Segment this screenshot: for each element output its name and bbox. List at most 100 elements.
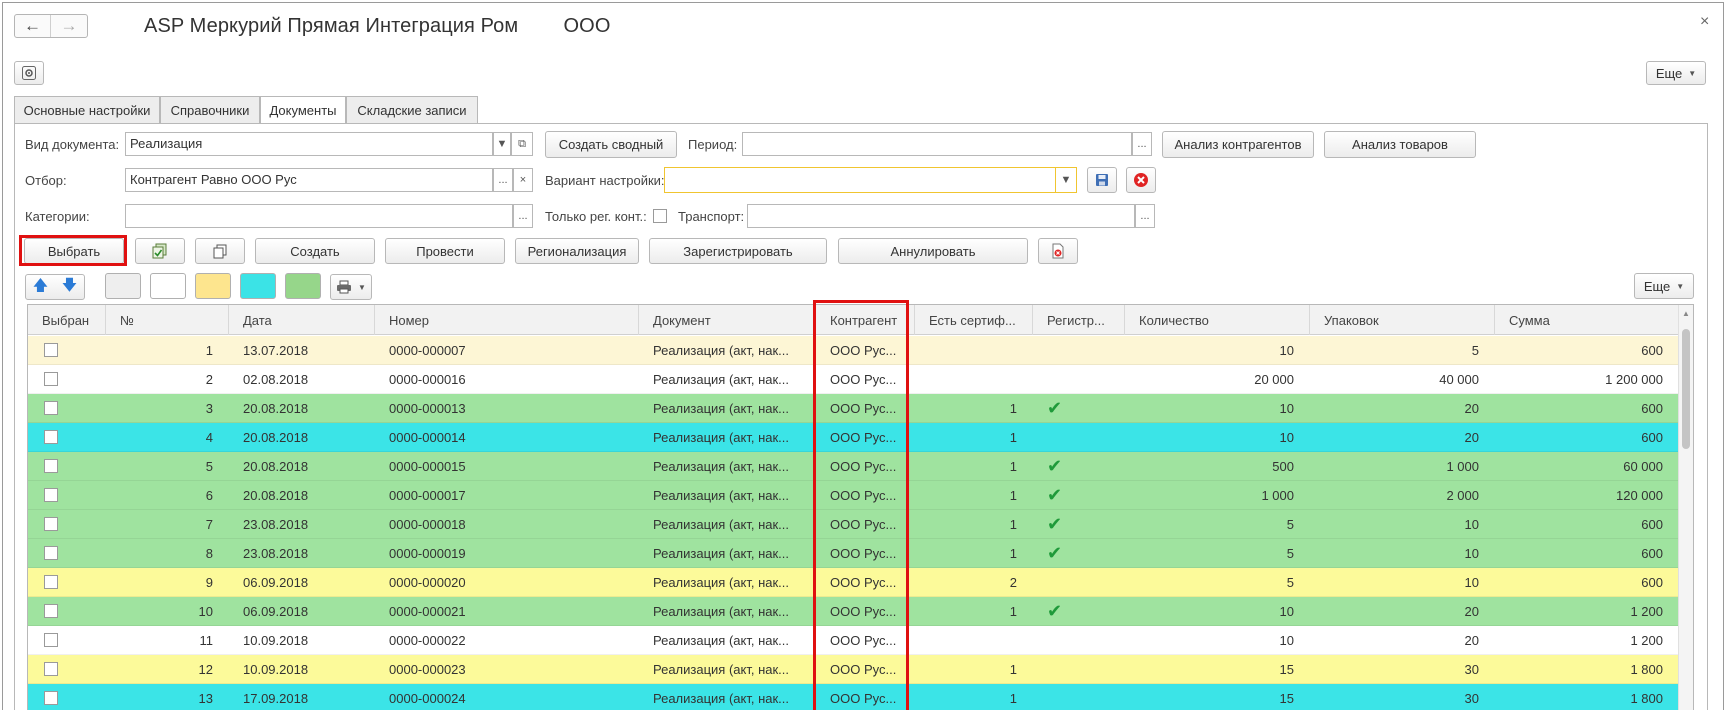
cell-doc-number: 0000-000013 bbox=[389, 401, 466, 416]
registered-check-icon: ✔ bbox=[1047, 601, 1063, 621]
scroll-thumb[interactable] bbox=[1682, 329, 1690, 449]
copy-button[interactable] bbox=[195, 238, 245, 264]
more-label: Еще bbox=[1643, 278, 1671, 294]
cell-number: 13 bbox=[198, 691, 213, 706]
row-select-checkbox[interactable] bbox=[44, 604, 58, 618]
header-col-quantity[interactable]: Количество bbox=[1125, 305, 1310, 335]
row-select-checkbox[interactable] bbox=[44, 517, 58, 531]
categories-select-button[interactable]: ... bbox=[513, 204, 533, 228]
registered-check-icon bbox=[1033, 655, 1125, 684]
row-select-checkbox[interactable] bbox=[44, 372, 58, 386]
close-icon[interactable]: × bbox=[1700, 13, 1709, 31]
clear-icon[interactable]: × bbox=[513, 168, 533, 192]
regionalize-button[interactable]: Регионализация bbox=[515, 238, 639, 264]
header-col-date[interactable]: Дата bbox=[229, 305, 375, 335]
cell-certificate: 1 bbox=[1009, 691, 1017, 706]
delete-setting-button[interactable] bbox=[1126, 167, 1156, 193]
setting-variant-field[interactable] bbox=[664, 167, 1056, 193]
color-filter-green[interactable] bbox=[285, 273, 321, 299]
more-button[interactable]: Еще ▼ bbox=[1646, 61, 1706, 85]
cell-doc-number: 0000-000018 bbox=[389, 517, 466, 532]
cell-sum: 600 bbox=[1641, 575, 1663, 590]
color-filter-cyan[interactable] bbox=[240, 273, 276, 299]
header-col-document[interactable]: Документ bbox=[639, 305, 816, 335]
tab-reference[interactable]: Справочники bbox=[160, 96, 260, 123]
cell-number: 11 bbox=[199, 633, 214, 648]
doc-type-field[interactable]: Реализация bbox=[125, 132, 493, 156]
tab-documents[interactable]: Документы bbox=[260, 96, 346, 124]
cell-packages: 2 000 bbox=[1446, 488, 1479, 503]
delete-document-button[interactable] bbox=[1038, 238, 1078, 264]
cell-quantity: 1 000 bbox=[1261, 488, 1294, 503]
cell-doc-number: 0000-000019 bbox=[389, 546, 466, 561]
cell-sum: 1 800 bbox=[1630, 691, 1663, 706]
forward-arrow-icon[interactable]: → bbox=[51, 15, 87, 37]
scroll-up-icon[interactable]: ▲ bbox=[1682, 309, 1690, 318]
transport-field[interactable] bbox=[747, 204, 1135, 228]
more-label: Еще bbox=[1655, 65, 1683, 81]
color-filter-gray[interactable] bbox=[105, 273, 141, 299]
header-col-doc-number[interactable]: Номер bbox=[375, 305, 639, 335]
row-select-checkbox[interactable] bbox=[44, 662, 58, 676]
doc-type-label: Вид документа: bbox=[25, 137, 120, 152]
row-select-checkbox[interactable] bbox=[44, 343, 58, 357]
cell-document: Реализация (акт, нак... bbox=[653, 372, 790, 387]
back-arrow-icon[interactable]: ← bbox=[15, 15, 51, 37]
header-col-packages[interactable]: Упаковок bbox=[1310, 305, 1495, 335]
row-select-checkbox[interactable] bbox=[44, 401, 58, 415]
header-col-selected[interactable]: Выбран bbox=[28, 305, 106, 335]
cell-date: 10.09.2018 bbox=[243, 662, 309, 677]
transport-select-button[interactable]: ... bbox=[1135, 204, 1155, 228]
row-select-checkbox[interactable] bbox=[44, 430, 58, 444]
color-filter-yellow[interactable] bbox=[195, 273, 231, 299]
categories-field[interactable] bbox=[125, 204, 513, 228]
period-field[interactable] bbox=[742, 132, 1132, 156]
cell-document: Реализация (акт, нак... bbox=[653, 604, 790, 619]
tab-warehouse-records[interactable]: Складские записи bbox=[346, 96, 478, 123]
documents-check-icon bbox=[152, 243, 167, 259]
dropdown-icon[interactable]: ▼ bbox=[1055, 167, 1077, 193]
header-col-sum[interactable]: Сумма bbox=[1495, 305, 1679, 335]
navigation-group: ← → bbox=[14, 14, 88, 38]
vertical-scrollbar[interactable]: ▲ bbox=[1678, 305, 1693, 710]
table-more-button[interactable]: Еще ▼ bbox=[1634, 273, 1694, 299]
row-select-checkbox[interactable] bbox=[44, 575, 58, 589]
selection-field[interactable]: Контрагент Равно ООО Рус bbox=[125, 168, 493, 192]
open-icon[interactable]: ⧉ bbox=[511, 132, 533, 156]
only-reg-checkbox[interactable] bbox=[653, 209, 667, 223]
selection-select-button[interactable]: ... bbox=[493, 168, 513, 192]
cell-certificate: 2 bbox=[1009, 575, 1017, 590]
row-select-checkbox[interactable] bbox=[44, 633, 58, 647]
arrow-down-icon[interactable]: 🡇 bbox=[62, 275, 77, 300]
register-button[interactable]: Зарегистрировать bbox=[649, 238, 827, 264]
annul-button[interactable]: Аннулировать bbox=[838, 238, 1028, 264]
save-setting-button[interactable] bbox=[1087, 167, 1117, 193]
cell-certificate bbox=[915, 626, 1033, 655]
header-col-registered[interactable]: Регистр... bbox=[1033, 305, 1125, 335]
header-col-certificate[interactable]: Есть сертиф... bbox=[915, 305, 1033, 335]
color-filter-white[interactable] bbox=[150, 273, 186, 299]
documents-stack-button[interactable] bbox=[135, 238, 185, 264]
create-button[interactable]: Создать bbox=[255, 238, 375, 264]
period-select-button[interactable]: ... bbox=[1132, 132, 1152, 156]
cell-sum: 1 200 bbox=[1630, 604, 1663, 619]
categories-label: Категории: bbox=[25, 209, 90, 224]
analyze-counterparties-button[interactable]: Анализ контрагентов bbox=[1162, 131, 1314, 158]
form-settings-button[interactable] bbox=[14, 61, 44, 85]
tab-main-settings[interactable]: Основные настройки bbox=[14, 96, 160, 123]
row-select-checkbox[interactable] bbox=[44, 459, 58, 473]
row-select-checkbox[interactable] bbox=[44, 488, 58, 502]
cell-certificate bbox=[915, 365, 1033, 394]
move-buttons: 🡅 🡇 bbox=[25, 274, 85, 300]
dropdown-icon[interactable]: ▼ bbox=[493, 132, 511, 156]
analyze-goods-button[interactable]: Анализ товаров bbox=[1324, 131, 1476, 158]
arrow-up-icon[interactable]: 🡅 bbox=[33, 275, 48, 300]
row-select-checkbox[interactable] bbox=[44, 546, 58, 560]
print-button[interactable]: ▼ bbox=[330, 274, 372, 300]
cell-sum: 600 bbox=[1641, 546, 1663, 561]
post-button[interactable]: Провести bbox=[385, 238, 505, 264]
create-summary-button[interactable]: Создать сводный bbox=[545, 131, 677, 158]
row-select-checkbox[interactable] bbox=[44, 691, 58, 705]
cell-packages: 20 bbox=[1464, 430, 1479, 445]
header-col-number[interactable]: № bbox=[106, 305, 229, 335]
